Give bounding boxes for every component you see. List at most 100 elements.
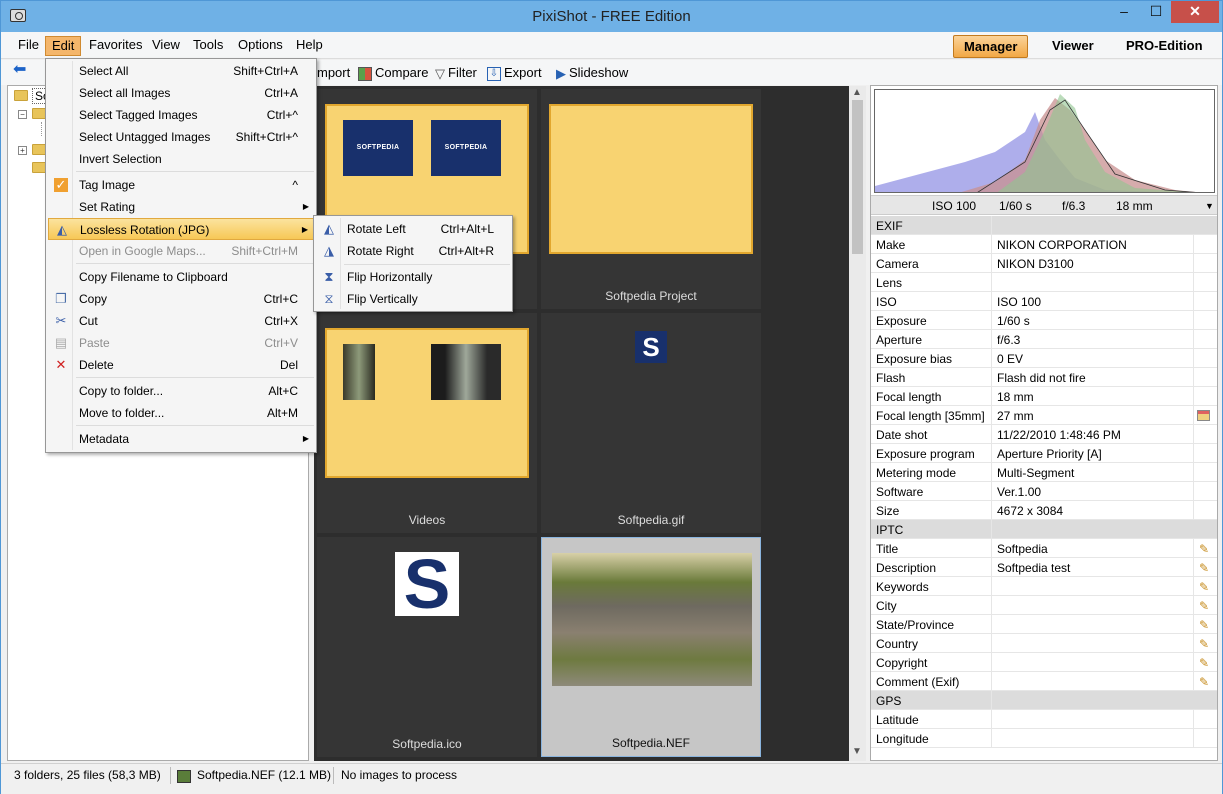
menu-item-delete[interactable]: ✕ Delete Del (48, 354, 314, 376)
menu-item-copy-to-folder[interactable]: Copy to folder... Alt+C (48, 380, 314, 402)
metadata-row[interactable]: Exposure 1/60 s (871, 311, 1217, 330)
submenu-item-rotate-right[interactable]: ◮ Rotate Right Ctrl+Alt+R (316, 240, 510, 262)
metadata-row[interactable]: Comment (Exif) ✎ (871, 672, 1217, 691)
metadata-row[interactable]: State/Province ✎ (871, 615, 1217, 634)
menu-item-invert-selection[interactable]: Invert Selection (48, 148, 314, 170)
menu-item-open-in-google-maps[interactable]: Open in Google Maps... Shift+Ctrl+M (48, 240, 314, 262)
maximize-button[interactable]: ☐ (1141, 1, 1171, 23)
column-divider (991, 501, 992, 520)
menu-options[interactable]: Options (232, 36, 289, 56)
menu-item-set-rating[interactable]: Set Rating ▶ (48, 196, 314, 218)
focal-chart-icon[interactable] (1197, 410, 1210, 421)
metadata-row[interactable]: Longitude (871, 729, 1217, 748)
menu-help[interactable]: Help (290, 36, 329, 56)
scroll-up-icon[interactable]: ▲ (852, 87, 862, 98)
slideshow-button[interactable]: ▶ Slideshow (556, 65, 628, 83)
thumbnail-cell[interactable]: S Softpedia.ico (317, 537, 537, 757)
metadata-value[interactable]: Softpedia test (997, 561, 1070, 575)
edit-pencil-icon[interactable]: ✎ (1199, 637, 1209, 651)
thumbnail-scrollbar[interactable]: ▲ ▼ (849, 86, 866, 761)
thumbnail-cell[interactable]: Videos (317, 313, 537, 533)
metadata-key: Software (876, 485, 924, 499)
back-arrow-icon[interactable]: ⬅ (13, 62, 26, 80)
metadata-row[interactable]: Title Softpedia ✎ (871, 539, 1217, 558)
compare-button[interactable]: Compare (358, 65, 428, 83)
edit-pencil-icon[interactable]: ✎ (1199, 580, 1209, 594)
metadata-row[interactable]: ISO ISO 100 (871, 292, 1217, 311)
menu-tools[interactable]: Tools (187, 36, 229, 56)
metadata-value[interactable]: Softpedia (997, 542, 1048, 556)
export-button[interactable]: ⇩ Export (487, 65, 542, 83)
metadata-row[interactable]: Latitude (871, 710, 1217, 729)
menu-item-tag-image[interactable]: ✓ Tag Image ^ (48, 174, 314, 196)
viewer-mode-button[interactable]: Viewer (1042, 35, 1104, 58)
edit-pencil-icon[interactable]: ✎ (1199, 599, 1209, 613)
metadata-row[interactable]: Lens (871, 273, 1217, 292)
submenu-item-rotate-left[interactable]: ◭ Rotate Left Ctrl+Alt+L (316, 218, 510, 240)
collapse-icon[interactable]: − (18, 110, 27, 119)
scroll-down-icon[interactable]: ▼ (852, 746, 862, 757)
histogram-dropdown-icon[interactable]: ▼ (1205, 201, 1214, 211)
metadata-row[interactable]: Copyright ✎ (871, 653, 1217, 672)
metadata-value: Multi-Segment (997, 466, 1075, 480)
title-bar: PixiShot - FREE Edition – ☐ ✕ (1, 1, 1222, 32)
filter-button[interactable]: ▽ Filter (435, 65, 477, 83)
metadata-row[interactable]: Description Softpedia test ✎ (871, 558, 1217, 577)
menu-item-cut[interactable]: ✂ Cut Ctrl+X (48, 310, 314, 332)
menu-item-select-tagged-images[interactable]: Select Tagged Images Ctrl+^ (48, 104, 314, 126)
metadata-row[interactable]: Software Ver.1.00 (871, 482, 1217, 501)
metadata-row[interactable]: Country ✎ (871, 634, 1217, 653)
thumbnail-cell-selected[interactable]: Softpedia.NEF (541, 537, 761, 757)
edit-pencil-icon[interactable]: ✎ (1199, 561, 1209, 575)
menu-item-select-untagged-images[interactable]: Select Untagged Images Shift+Ctrl+^ (48, 126, 314, 148)
edit-pencil-icon[interactable]: ✎ (1199, 618, 1209, 632)
edit-pencil-icon[interactable]: ✎ (1199, 675, 1209, 689)
menu-item-move-to-folder[interactable]: Move to folder... Alt+M (48, 402, 314, 424)
pro-edition-button[interactable]: PRO-Edition (1116, 35, 1213, 58)
close-button[interactable]: ✕ (1171, 1, 1219, 23)
import-button[interactable]: mport (317, 65, 350, 83)
metadata-row[interactable]: Flash Flash did not fire (871, 368, 1217, 387)
column-divider (991, 311, 992, 330)
metadata-row[interactable]: Metering mode Multi-Segment (871, 463, 1217, 482)
thumbnail-cell[interactable]: S Softpedia.gif (541, 313, 761, 533)
edit-pencil-icon[interactable]: ✎ (1199, 656, 1209, 670)
metadata-row[interactable]: Focal length [35mm] 27 mm (871, 406, 1217, 425)
column-divider (991, 672, 992, 691)
menu-edit[interactable]: Edit (45, 36, 82, 56)
metadata-row[interactable]: Date shot 11/22/2010 1:48:46 PM (871, 425, 1217, 444)
menu-item-shortcut: ^ (292, 178, 298, 192)
status-divider (333, 767, 334, 784)
submenu-item-flip-horizontally[interactable]: ⧗ Flip Horizontally (316, 266, 510, 288)
metadata-row[interactable]: Aperture f/6.3 (871, 330, 1217, 349)
menu-item-select-all-images[interactable]: Select all Images Ctrl+A (48, 82, 314, 104)
menu-item-copy[interactable]: ❐ Copy Ctrl+C (48, 288, 314, 310)
menu-item-select-all[interactable]: Select All Shift+Ctrl+A (48, 60, 314, 82)
edit-pencil-icon[interactable]: ✎ (1199, 542, 1209, 556)
metadata-row[interactable]: Exposure program Aperture Priority [A] (871, 444, 1217, 463)
menu-item-metadata[interactable]: Metadata ▶ (48, 428, 314, 450)
menu-favorites[interactable]: Favorites (83, 36, 148, 56)
menu-item-paste[interactable]: ▤ Paste Ctrl+V (48, 332, 314, 354)
metadata-row[interactable]: City ✎ (871, 596, 1217, 615)
histogram (874, 89, 1215, 193)
thumbnail-cell[interactable]: Softpedia Project (541, 89, 761, 309)
menu-item-shortcut: Ctrl+A (264, 86, 298, 100)
metadata-row[interactable]: Size 4672 x 3084 (871, 501, 1217, 520)
manager-mode-button[interactable]: Manager (953, 35, 1029, 58)
expand-icon[interactable]: + (18, 146, 27, 155)
menu-item-lossless-rotation[interactable]: ◭ Lossless Rotation (JPG) ▶ (48, 218, 314, 240)
metadata-row[interactable]: Focal length 18 mm (871, 387, 1217, 406)
scrollbar-thumb[interactable] (852, 100, 863, 254)
menu-file[interactable]: File (12, 36, 45, 56)
metadata-row[interactable]: Make NIKON CORPORATION (871, 235, 1217, 254)
metadata-row[interactable]: Keywords ✎ (871, 577, 1217, 596)
menu-view[interactable]: View (146, 36, 186, 56)
metadata-row[interactable]: Exposure bias 0 EV (871, 349, 1217, 368)
submenu-item-flip-vertically[interactable]: ⧖ Flip Vertically (316, 288, 510, 310)
paste-icon: ▤ (54, 335, 68, 350)
metadata-row[interactable]: Camera NIKON D3100 (871, 254, 1217, 273)
menu-item-copy-filename[interactable]: Copy Filename to Clipboard (48, 266, 314, 288)
minimize-button[interactable]: – (1109, 1, 1139, 23)
metadata-value: 27 mm (997, 409, 1034, 423)
